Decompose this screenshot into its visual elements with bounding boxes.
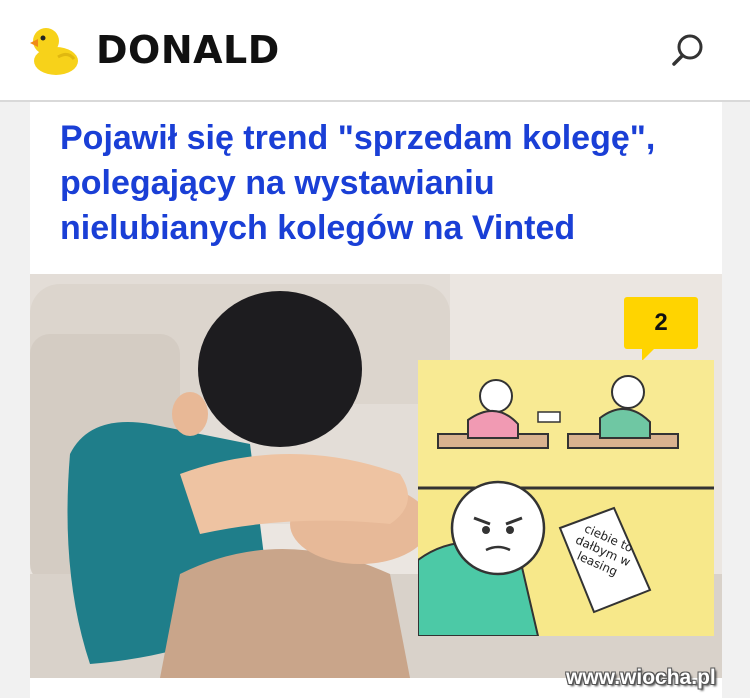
comic-inset: ciebie to dałbym w leasing bbox=[417, 360, 714, 637]
comment-count-badge[interactable]: 2 bbox=[624, 297, 698, 361]
search-button[interactable] bbox=[668, 30, 708, 70]
article-headline[interactable]: Pojawił się trend "sprzedam kolegę", pol… bbox=[60, 116, 700, 251]
search-icon bbox=[672, 34, 703, 66]
brand-name: DONALD bbox=[96, 28, 280, 72]
site-logo[interactable]: DONALD bbox=[28, 20, 280, 80]
duck-logo-icon bbox=[30, 28, 78, 75]
watermark: www.wiocha.pl bbox=[566, 666, 716, 689]
classroom-comic-drawing bbox=[417, 360, 714, 637]
site-header: DONALD bbox=[0, 0, 750, 102]
